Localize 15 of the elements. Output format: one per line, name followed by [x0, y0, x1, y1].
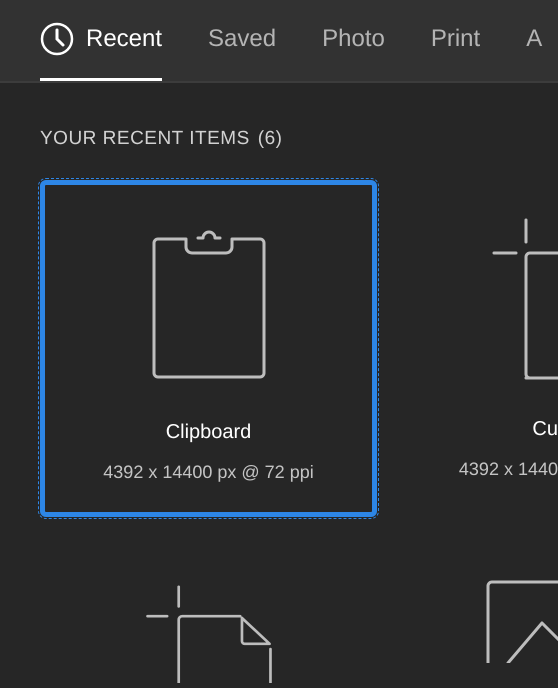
tab[interactable]: A — [526, 0, 542, 81]
recent-item-card[interactable]: Clipboard 4392 x 14400 px @ 72 ppi — [40, 180, 377, 516]
section-heading: YOUR RECENT ITEMS — [40, 127, 250, 151]
item-details: 4392 x 1440 — [458, 458, 558, 480]
tab[interactable]: Recent — [40, 0, 162, 81]
tab[interactable]: Print — [430, 0, 480, 81]
tab[interactable]: Saved — [208, 0, 276, 81]
item-title: Cu — [532, 416, 558, 442]
item-count: (6) — [258, 127, 283, 151]
item-title: Clipboard — [166, 420, 252, 444]
tab[interactable]: Photo — [322, 0, 385, 81]
item-details: 4392 x 14400 px @ 72 ppi — [103, 460, 314, 484]
new-document-icon — [492, 218, 558, 380]
image-icon — [486, 580, 558, 662]
recent-item-card[interactable]: Cu 4392 x 1440 — [402, 180, 558, 516]
